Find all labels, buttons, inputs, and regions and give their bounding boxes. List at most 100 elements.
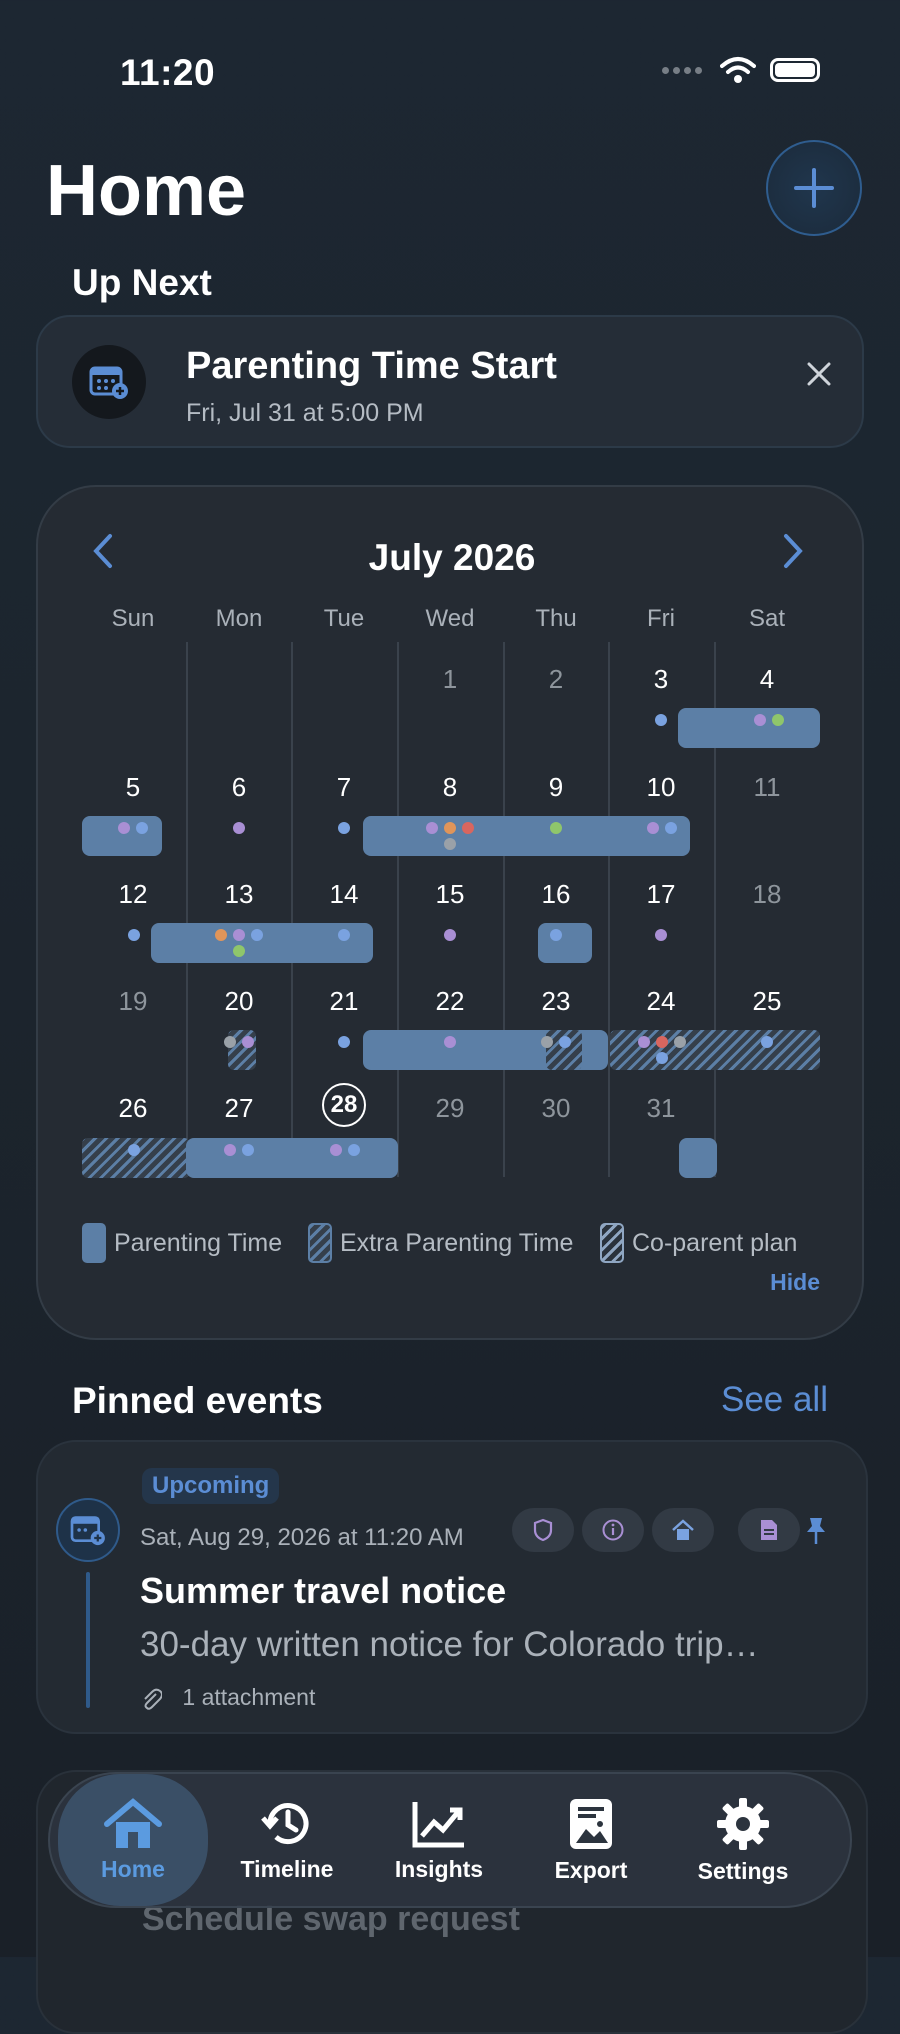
- event-dot: [656, 1036, 668, 1048]
- parenting-time-band[interactable]: [186, 1138, 398, 1178]
- attachment-info: 1 attachment: [140, 1684, 315, 1711]
- home-chip[interactable]: [652, 1508, 714, 1552]
- status-badge: Upcoming: [142, 1468, 280, 1504]
- clock-history-icon: [261, 1802, 309, 1844]
- event-dot: [444, 929, 456, 941]
- calendar-day[interactable]: 13: [186, 879, 292, 910]
- calendar-day[interactable]: 21: [291, 986, 397, 1017]
- calendar-day[interactable]: 12: [80, 879, 186, 910]
- calendar-day[interactable]: 27: [186, 1093, 292, 1124]
- calendar-day[interactable]: 17: [608, 879, 714, 910]
- parenting-time-band[interactable]: [363, 816, 690, 856]
- event-dot: [224, 1144, 236, 1156]
- event-dot: [136, 822, 148, 834]
- tab-insights[interactable]: Insights: [364, 1774, 514, 1906]
- parenting-time-band[interactable]: [679, 1138, 717, 1178]
- tab-settings[interactable]: Settings: [668, 1774, 818, 1906]
- calendar-day[interactable]: 14: [291, 879, 397, 910]
- add-button[interactable]: [766, 140, 862, 236]
- weekday-label: Tue: [323, 605, 365, 632]
- event-dot: [224, 1036, 236, 1048]
- chevron-right-icon: [784, 534, 803, 568]
- see-all-link[interactable]: See all: [721, 1380, 828, 1420]
- up-next-card[interactable]: Parenting Time Start Fri, Jul 31 at 5:00…: [36, 315, 864, 448]
- info-icon: [602, 1519, 624, 1541]
- calendar-day[interactable]: 4: [714, 664, 820, 695]
- event-dot: [338, 822, 350, 834]
- info-chip[interactable]: [582, 1508, 644, 1552]
- month-title: July 2026: [368, 537, 536, 578]
- shield-icon: [533, 1518, 553, 1542]
- calendar-day[interactable]: 11: [714, 772, 820, 803]
- calendar-day[interactable]: 26: [80, 1093, 186, 1124]
- up-next-title: Parenting Time Start: [186, 345, 557, 387]
- calendar-day[interactable]: 29: [397, 1093, 503, 1124]
- weekday-label: Wed: [425, 605, 475, 632]
- calendar-card: July 2026 Sun Mon Tue Wed Thu Fri Sat 1 …: [36, 485, 864, 1340]
- event-dot: [444, 822, 456, 834]
- calendar-day[interactable]: 18: [714, 879, 820, 910]
- calendar-day[interactable]: 1: [397, 664, 503, 695]
- legend-swatch-solid: [82, 1223, 106, 1263]
- calendar-day[interactable]: 31: [608, 1093, 714, 1124]
- tab-bar: Home Timeline Insights Export Settings: [48, 1772, 852, 1908]
- legend-swatch-hatched: [308, 1223, 332, 1263]
- parenting-time-band[interactable]: [538, 923, 592, 963]
- tab-label: Timeline: [240, 1855, 334, 1882]
- calendar-day[interactable]: 5: [80, 772, 186, 803]
- calendar-day[interactable]: 30: [503, 1093, 609, 1124]
- timeline-line: [86, 1572, 90, 1708]
- calendar-day-today[interactable]: 28: [322, 1083, 366, 1127]
- attachment-count: 1 attachment: [182, 1684, 316, 1710]
- pin-icon[interactable]: [804, 1516, 828, 1551]
- event-dot: [647, 822, 659, 834]
- parenting-time-band[interactable]: [678, 708, 820, 748]
- calendar-day[interactable]: 6: [186, 772, 292, 803]
- page-title: Home: [46, 151, 247, 231]
- plus-icon: [794, 168, 834, 208]
- event-dot: [444, 838, 456, 850]
- tab-home[interactable]: Home: [58, 1774, 208, 1906]
- shield-chip[interactable]: [512, 1508, 574, 1552]
- legend-label: Extra Parenting Time: [340, 1228, 574, 1257]
- event-dot: [761, 1036, 773, 1048]
- legend-label: Parenting Time: [114, 1228, 283, 1257]
- pinned-event-card[interactable]: Upcoming Sat, Aug 29, 2026 at 11:20 AM S…: [36, 1440, 868, 1734]
- event-dot: [655, 714, 667, 726]
- calendar-day[interactable]: 15: [397, 879, 503, 910]
- tab-export[interactable]: Export: [516, 1774, 666, 1906]
- calendar-day[interactable]: 8: [397, 772, 503, 803]
- calendar-day[interactable]: 9: [503, 772, 609, 803]
- event-dot: [233, 945, 245, 957]
- event-dot: [233, 929, 245, 941]
- dismiss-button[interactable]: [806, 357, 832, 396]
- event-dot: [233, 822, 245, 834]
- calendar-day[interactable]: 24: [608, 986, 714, 1017]
- calendar-day[interactable]: 10: [608, 772, 714, 803]
- weekday-label: Sun: [111, 605, 155, 632]
- calendar-day[interactable]: 20: [186, 986, 292, 1017]
- event-dot: [215, 929, 227, 941]
- calendar-day[interactable]: 2: [503, 664, 609, 695]
- calendar-day[interactable]: 16: [503, 879, 609, 910]
- calendar-day[interactable]: 25: [714, 986, 820, 1017]
- event-dot: [426, 822, 438, 834]
- status-time: 11:20: [120, 52, 216, 93]
- calendar-day[interactable]: 22: [397, 986, 503, 1017]
- legend-co-parent-plan: Co-parent plan: [600, 1223, 797, 1263]
- event-dot: [348, 1144, 360, 1156]
- calendar-day[interactable]: 7: [291, 772, 397, 803]
- calendar-day[interactable]: 3: [608, 664, 714, 695]
- event-dot: [559, 1036, 571, 1048]
- next-month-button[interactable]: [782, 533, 804, 579]
- hide-legend-button[interactable]: Hide: [770, 1269, 820, 1296]
- event-description: 30-day written notice for Colorado trip…: [140, 1625, 759, 1664]
- event-title: Summer travel notice: [140, 1570, 507, 1611]
- event-dot: [128, 929, 140, 941]
- event-dot: [444, 1036, 456, 1048]
- weekday-label: Thu: [535, 605, 577, 632]
- calendar-day[interactable]: 19: [80, 986, 186, 1017]
- calendar-day[interactable]: 23: [503, 986, 609, 1017]
- document-chip[interactable]: [738, 1508, 800, 1552]
- tab-timeline[interactable]: Timeline: [212, 1774, 362, 1906]
